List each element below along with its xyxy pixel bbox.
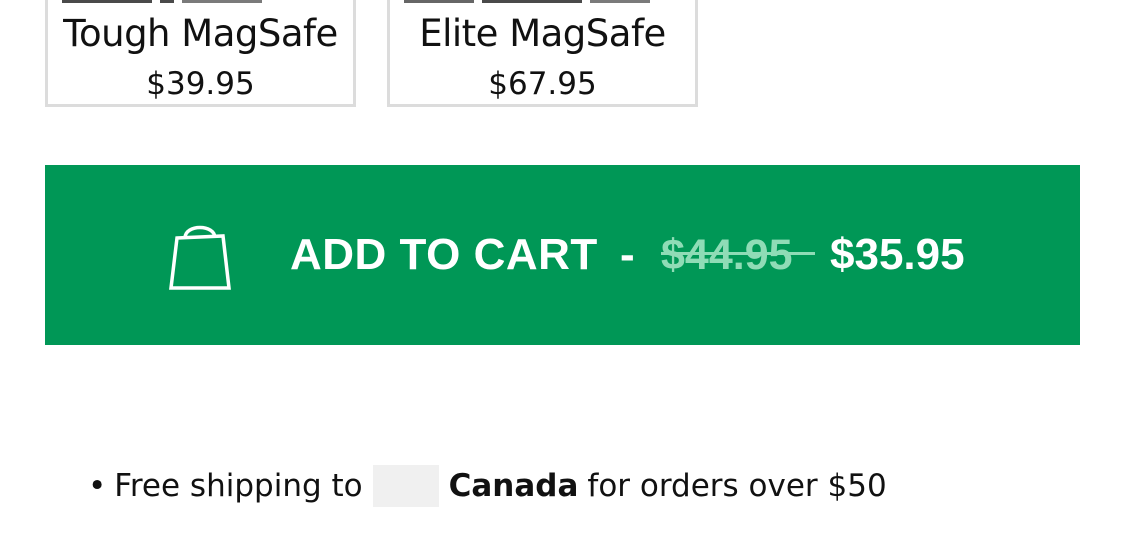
original-price: $44.95 [661,231,793,279]
variant-name: Tough MagSafe [63,12,338,55]
variant-options: Tough MagSafe $39.95 Elite MagSafe $67.9… [45,0,698,107]
variant-price: $39.95 [146,66,255,102]
variant-image [62,0,339,3]
add-to-cart-button[interactable]: ADD TO CART - $44.95 $35.95 [45,165,1080,345]
shipping-note: • Free shipping to Canada for orders ove… [88,462,887,510]
shopping-bag-icon [169,225,231,290]
variant-price: $67.95 [488,66,597,102]
variant-card-elite-magsafe[interactable]: Elite MagSafe $67.95 [387,0,698,107]
shipping-suffix: for orders over $50 [587,468,887,504]
variant-name: Elite MagSafe [419,12,666,55]
country-flag-icon [372,465,439,507]
shipping-country: Canada [448,468,579,504]
bullet: • [88,468,107,504]
shipping-prefix: Free shipping to [114,468,363,504]
variant-image [404,0,681,3]
variant-card-tough-magsafe[interactable]: Tough MagSafe $39.95 [45,0,356,107]
sale-price: $35.95 [830,230,965,279]
product-purchase-section: Tough MagSafe $39.95 Elite MagSafe $67.9… [0,0,1125,540]
add-to-cart-label: ADD TO CART [290,230,598,279]
strikethrough-line [661,252,815,255]
price-separator: - [620,230,635,279]
